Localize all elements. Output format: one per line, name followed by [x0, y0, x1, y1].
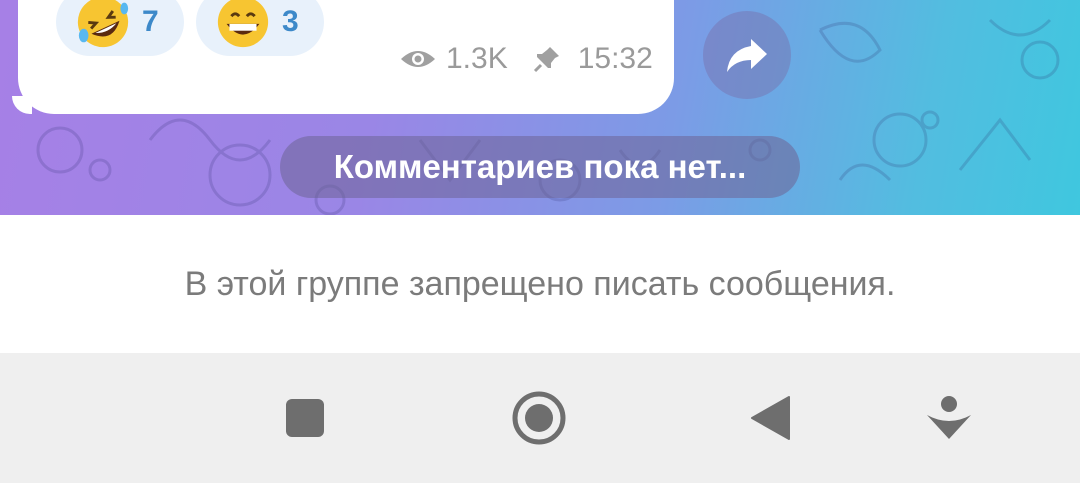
pin-icon	[533, 47, 559, 73]
assistant-icon	[927, 396, 971, 439]
no-comments-label: Комментариев пока нет...	[280, 136, 800, 198]
message-meta: 1.3K 15:32	[398, 42, 653, 76]
forward-button[interactable]	[703, 11, 791, 99]
reaction-count: 7	[142, 5, 159, 38]
views-count: 1.3K	[446, 42, 508, 75]
rolling-laughing-emoji-icon	[77, 0, 129, 48]
share-arrow-icon	[727, 39, 767, 72]
home-button[interactable]	[504, 383, 574, 453]
message-time: 15:32	[577, 42, 653, 75]
grinning-emoji-icon	[217, 0, 269, 48]
back-triangle-icon	[751, 396, 790, 440]
reaction-count: 3	[282, 5, 299, 38]
assistant-button[interactable]	[914, 383, 984, 453]
recents-square-icon	[286, 399, 324, 437]
message-bubble: 7 3 1.3K 15:32	[18, 0, 674, 114]
views-eye-icon	[401, 51, 435, 67]
home-circle-icon	[512, 391, 566, 445]
back-button[interactable]	[736, 383, 806, 453]
restriction-text: В этой группе запрещено писать сообщения…	[184, 265, 896, 303]
reaction-laughing[interactable]: 7	[56, 0, 184, 56]
system-nav-bar	[0, 353, 1080, 483]
recents-button[interactable]	[270, 383, 340, 453]
restriction-notice: В этой группе запрещено писать сообщения…	[0, 216, 1080, 353]
reaction-grinning[interactable]: 3	[196, 0, 324, 56]
